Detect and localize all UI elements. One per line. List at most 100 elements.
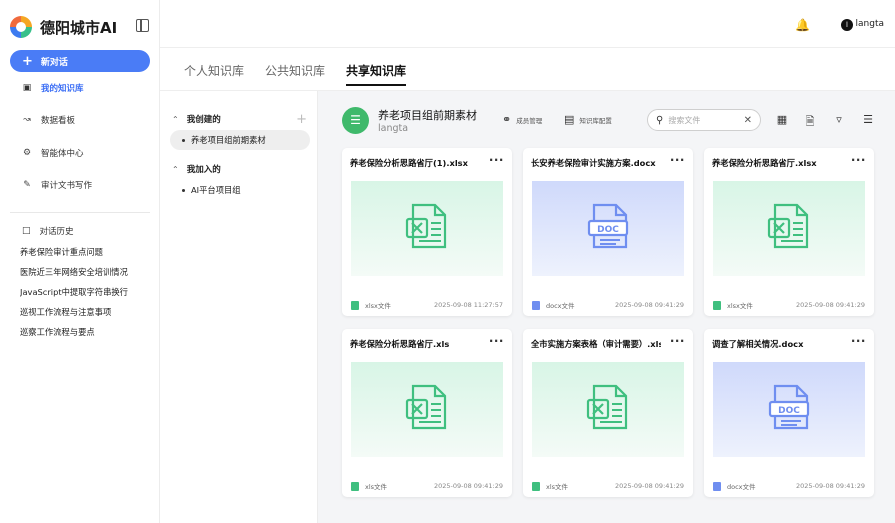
tab-shared-kb[interactable]: 共享知识库 — [346, 62, 407, 86]
tab-bar: 个人知识库 公共知识库 共享知识库 — [160, 48, 895, 91]
file-meta: xlsx文件 2025-09-08 11:27:57 — [351, 300, 503, 310]
svg-text:DOC: DOC — [597, 225, 619, 235]
history-title-label: 对话历史 — [39, 227, 74, 237]
sidebar-item-agent-center[interactable]: ⚙ 智能体中心 — [22, 146, 84, 160]
excel-file-icon — [767, 203, 809, 248]
more-options-icon[interactable]: ··· — [851, 153, 866, 167]
top-bar: 🔔 l langta — [160, 0, 895, 48]
search-input[interactable] — [668, 115, 739, 125]
file-date: 2025-09-08 09:41:29 — [614, 482, 684, 490]
file-name: 长安养老保险审计实施方案.docx — [531, 158, 656, 168]
add-kb-icon[interactable]: + — [296, 113, 307, 126]
file-type-icon — [532, 481, 540, 491]
tree-item-kb[interactable]: 养老项目组前期素材 — [170, 130, 310, 150]
excel-file-icon — [405, 384, 447, 429]
file-thumbnail[interactable]: DOC — [713, 362, 865, 457]
file-card[interactable]: 调查了解相关情况.docx ··· DOC docx文件 2025-09-08 09:4… — [704, 329, 874, 497]
member-management-label: 成员管理 — [516, 116, 543, 125]
file-type: docx文件 — [546, 302, 575, 310]
sidebar-item-label: 智能体中心 — [41, 149, 84, 159]
file-type: xlsx文件 — [727, 302, 753, 310]
kb-title: 养老项目组前期素材 — [378, 109, 477, 122]
bell-icon[interactable]: 🔔 — [795, 18, 810, 32]
knowledge-base-icon: ▣ — [22, 83, 32, 93]
file-date: 2025-09-08 09:41:29 — [433, 482, 503, 490]
word-doc-file-icon: DOC — [768, 384, 810, 429]
file-card[interactable]: 养老保险分析思路省厅.xls ··· xls文件 2025-09-08 09:41:2… — [342, 329, 512, 497]
file-type: xls文件 — [365, 483, 388, 491]
file-type: xls文件 — [546, 483, 569, 491]
tree-item-label: AI平台项目组 — [191, 185, 241, 195]
sidebar-item-label: 我的知识库 — [41, 84, 84, 94]
file-type: xlsx文件 — [365, 302, 391, 310]
more-options-icon[interactable]: ··· — [851, 334, 866, 348]
tree-item-kb[interactable]: AI平台项目组 — [170, 180, 310, 200]
list-view-icon[interactable]: ☰ — [861, 113, 875, 126]
file-thumbnail[interactable] — [351, 181, 503, 276]
history-item[interactable]: 医院近三年网络安全培训情况 — [20, 266, 128, 278]
sidebar-item-audit-writing[interactable]: ✎ 审计文书写作 — [22, 178, 92, 192]
more-options-icon[interactable]: ··· — [670, 334, 685, 348]
sidebar-item-label: 数据看板 — [41, 116, 76, 126]
history-item[interactable]: 巡察工作流程与要点 — [20, 326, 128, 338]
more-options-icon[interactable]: ··· — [670, 153, 685, 167]
kb-owner: langta — [378, 123, 409, 134]
excel-file-icon — [405, 203, 447, 248]
table-view-icon[interactable]: ▦ — [775, 113, 789, 126]
file-date: 2025-09-08 09:41:29 — [795, 301, 865, 309]
history-item[interactable]: 养老保险审计重点问题 — [20, 246, 128, 258]
search-icon: ⚲ — [656, 114, 664, 126]
excel-file-icon — [586, 384, 628, 429]
file-card[interactable]: 养老保险分析思路省厅.xlsx ··· xlsx文件 2025-09-08 09:41… — [704, 148, 874, 316]
file-thumbnail[interactable]: DOC — [532, 181, 684, 276]
sidebar-item-data-dashboard[interactable]: ↝ 数据看板 — [22, 113, 75, 127]
app-name: 德阳城市AI — [40, 18, 118, 37]
file-thumbnail[interactable] — [713, 181, 865, 276]
history-item[interactable]: JavaScript中提取字符串换行符 — [20, 286, 128, 298]
sidebar-divider — [10, 212, 150, 213]
history-item[interactable]: 巡视工作流程与注意事项 — [20, 306, 128, 318]
file-name: 养老保险分析思路省厅.xlsx — [712, 158, 817, 168]
file-type-icon — [351, 481, 359, 491]
chart-icon: ↝ — [23, 115, 31, 125]
sidebar-item-label: 审计文书写作 — [41, 181, 93, 191]
file-thumbnail[interactable] — [532, 362, 684, 457]
avatar[interactable]: l — [841, 19, 853, 31]
chevron-down-icon: ⌃ — [172, 164, 179, 174]
file-date: 2025-09-08 09:41:29 — [795, 482, 865, 490]
chat-bubble-icon: □ — [22, 226, 31, 236]
file-date: 2025-09-08 09:41:29 — [614, 301, 684, 309]
file-card[interactable]: 全市实施方案表格（审计需要）.xls ··· xls文件 2025-09-08 09:… — [523, 329, 693, 497]
tab-personal-kb[interactable]: 个人知识库 — [184, 62, 244, 79]
more-options-icon[interactable]: ··· — [489, 334, 504, 348]
sidebar-item-my-knowledge-base[interactable]: ▣ 我的知识库 — [22, 81, 84, 95]
file-name: 养老保险分析思路省厅(1).xlsx — [350, 158, 468, 168]
chevron-down-icon: ⌃ — [172, 114, 179, 124]
more-options-icon[interactable]: ··· — [489, 153, 504, 167]
file-type-icon — [351, 300, 359, 310]
file-card[interactable]: 长安养老保险审计实施方案.docx ··· DOC docx文件 2025-09-08 … — [523, 148, 693, 316]
sidebar-collapse-icon[interactable] — [136, 19, 149, 32]
config-icon: ▤ — [564, 113, 575, 126]
file-name: 调查了解相关情况.docx — [712, 339, 804, 349]
clear-icon[interactable]: ✕ — [744, 115, 752, 126]
tree-item-label: 养老项目组前期素材 — [191, 135, 266, 145]
file-card[interactable]: 养老保险分析思路省厅(1).xlsx ··· xlsx文件 2025-09-08 11… — [342, 148, 512, 316]
filter-icon[interactable]: ▿ — [832, 113, 846, 126]
file-meta: docx文件 2025-09-08 09:41:29 — [713, 481, 865, 491]
kb-config-button[interactable]: ▤ 知识库配置 — [564, 113, 612, 126]
file-date: 2025-09-08 11:27:57 — [433, 301, 503, 309]
tab-public-kb[interactable]: 公共知识库 — [265, 62, 325, 79]
file-thumbnail[interactable] — [351, 362, 503, 457]
app-logo — [10, 16, 32, 38]
username[interactable]: langta — [856, 19, 884, 29]
upload-file-icon[interactable]: 🗎 — [803, 113, 817, 132]
tree-group-created[interactable]: ⌃ 我创建的 — [172, 113, 221, 126]
new-chat-button[interactable]: + 新对话 — [10, 50, 150, 72]
sidebar: 德阳城市AI + 新对话 ▣ 我的知识库 ↝ 数据看板 ⚙ 智能体中心 ✎ 审计… — [0, 0, 160, 523]
tree-group-joined[interactable]: ⌃ 我加入的 — [172, 163, 221, 176]
brand[interactable]: 德阳城市AI — [10, 15, 117, 39]
file-meta: xlsx文件 2025-09-08 09:41:29 — [713, 300, 865, 310]
member-management-button[interactable]: ⚭ 成员管理 — [502, 113, 542, 126]
search-box: ⚲ ✕ — [647, 109, 761, 131]
